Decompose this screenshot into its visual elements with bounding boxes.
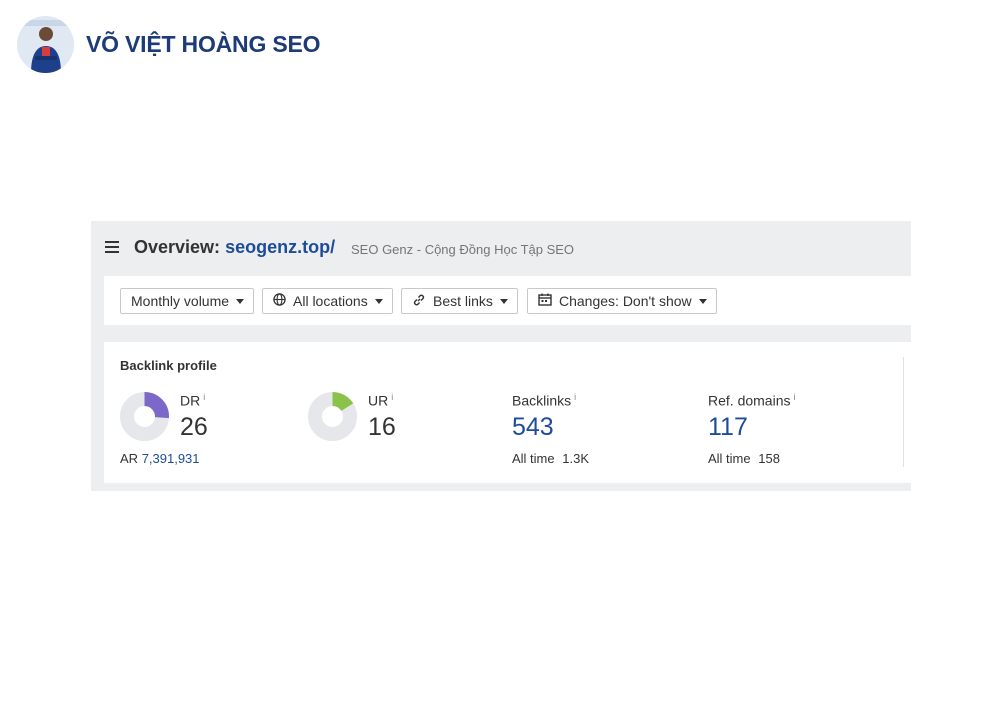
chevron-down-icon — [236, 298, 245, 304]
backlinks-all-time-label: All time — [512, 451, 555, 466]
backlink-profile-title: Backlink profile — [120, 358, 217, 373]
overview-label: Overview: — [134, 237, 221, 257]
info-icon[interactable]: i — [391, 392, 393, 402]
ref-domains-label: Ref. domains i — [708, 392, 795, 409]
filter-toolbar: Monthly volume All locations Best links … — [104, 276, 911, 325]
best-links-label: Best links — [433, 293, 493, 309]
dr-label: DR i — [180, 392, 205, 409]
dr-donut-chart — [120, 392, 169, 441]
site-title: SEO Genz - Cộng Đồng Học Tập SEO — [351, 242, 575, 257]
brand-header: VÕ VIỆT HOÀNG SEO — [17, 16, 321, 73]
info-icon[interactable]: i — [203, 392, 205, 402]
ur-value: 16 — [368, 413, 396, 441]
info-icon[interactable]: i — [574, 392, 576, 402]
ref-domains-all-time-label: All time — [708, 451, 751, 466]
backlinks-all-time-value: 1.3K — [562, 451, 589, 466]
page-title: Overview: seogenz.top/ — [134, 237, 335, 258]
ur-label: UR i — [368, 392, 393, 409]
brand-name: VÕ VIỆT HOÀNG SEO — [86, 31, 321, 57]
target-domain-link[interactable]: seogenz.top/ — [225, 237, 335, 257]
ref-domains-label-text: Ref. domains — [708, 392, 791, 409]
ref-domains-all-time: All time 158 — [708, 451, 780, 466]
locations-label: All locations — [293, 293, 368, 309]
backlinks-value-link[interactable]: 543 — [512, 413, 554, 442]
ar-value-link[interactable]: 7,391,931 — [142, 451, 200, 466]
best-links-dropdown[interactable]: Best links — [401, 288, 518, 314]
link-icon — [412, 293, 426, 310]
backlinks-label: Backlinks i — [512, 392, 576, 409]
ur-label-text: UR — [368, 392, 389, 409]
ar-label: AR — [120, 451, 139, 466]
ur-donut-chart — [308, 392, 357, 441]
dr-label-text: DR — [180, 392, 201, 409]
info-icon[interactable]: i — [793, 392, 795, 402]
calendar-icon — [538, 293, 552, 309]
backlinks-all-time: All time 1.3K — [512, 451, 589, 466]
chevron-down-icon — [499, 298, 508, 304]
ar-row: AR 7,391,931 — [120, 451, 200, 466]
backlink-profile-card: Backlink profile DR i 26 AR 7,391,931 UR i… — [104, 342, 911, 483]
chevron-down-icon — [698, 298, 707, 304]
changes-label: Changes: Don't show — [559, 293, 692, 309]
ref-domains-value-link[interactable]: 117 — [708, 413, 748, 442]
dr-value: 26 — [180, 413, 208, 441]
avatar — [17, 16, 74, 73]
ref-domains-all-time-value: 158 — [758, 451, 780, 466]
globe-icon — [273, 293, 286, 309]
menu-icon[interactable] — [105, 241, 119, 253]
site-explorer-panel: Overview: seogenz.top/ SEO Genz - Cộng Đ… — [91, 221, 911, 491]
locations-dropdown[interactable]: All locations — [262, 288, 393, 314]
monthly-volume-label: Monthly volume — [131, 293, 230, 309]
chevron-down-icon — [374, 298, 383, 304]
overview-header: Overview: seogenz.top/ SEO Genz - Cộng Đ… — [91, 221, 911, 274]
monthly-volume-dropdown[interactable]: Monthly volume — [120, 288, 255, 314]
backlinks-label-text: Backlinks — [512, 392, 572, 409]
column-divider — [903, 357, 904, 467]
changes-dropdown[interactable]: Changes: Don't show — [527, 288, 717, 314]
